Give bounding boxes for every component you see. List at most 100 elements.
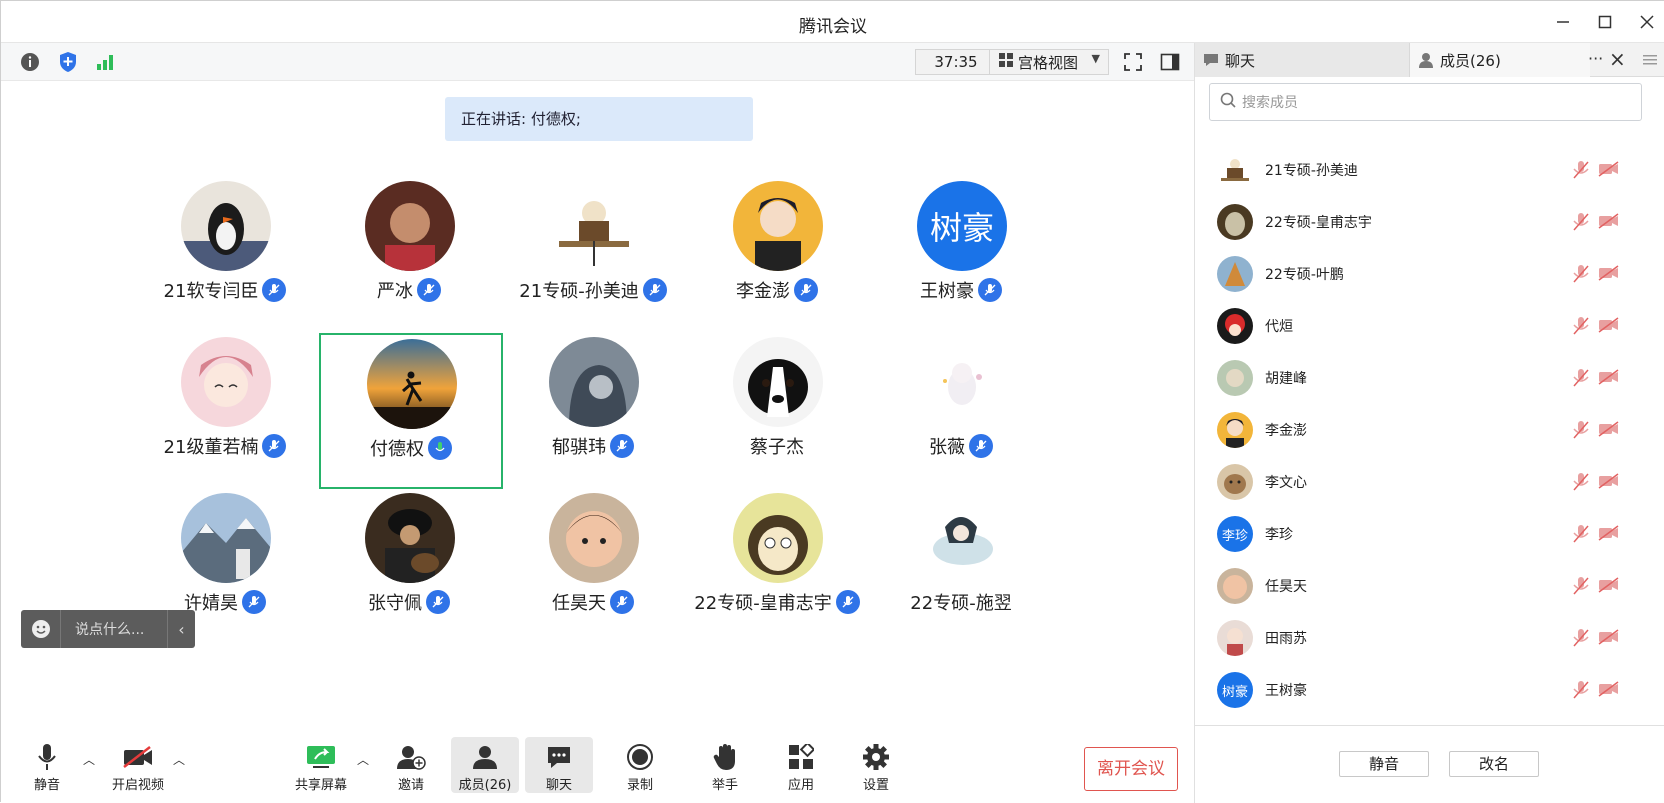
mic-muted-icon[interactable] — [1572, 212, 1590, 236]
list-item[interactable]: 胡建峰 — [1195, 351, 1664, 405]
list-item[interactable]: 田雨苏 — [1195, 611, 1664, 665]
emoji-icon[interactable] — [21, 610, 61, 648]
participant-tile[interactable]: 22专硕-施翌 — [871, 489, 1051, 639]
camera-off-icon[interactable] — [1598, 576, 1620, 598]
camera-off-icon[interactable] — [1598, 212, 1620, 234]
raise-hand-button[interactable]: 举手 — [705, 737, 745, 793]
participant-name: 张薇 — [929, 437, 965, 458]
member-name: 李珍 — [1265, 527, 1293, 543]
participant-tile[interactable]: 21软专闫臣 — [135, 177, 315, 327]
mic-muted-icon[interactable] — [1572, 576, 1590, 600]
mic-icon — [417, 278, 441, 302]
camera-off-icon[interactable] — [1598, 368, 1620, 390]
more-options-icon[interactable]: ··· — [1588, 49, 1603, 68]
list-item[interactable]: 21专硕-孙美迪 — [1195, 143, 1664, 197]
members-button[interactable]: 成员(26) — [451, 737, 519, 793]
members-icon — [1418, 52, 1434, 68]
list-item[interactable]: 李文心 — [1195, 455, 1664, 509]
meeting-main: 37:35 宫格视图 ▼ 正在讲话: 付德权; 21软专闫臣 严冰 21专硕-孙… — [1, 43, 1194, 803]
tab-chat[interactable]: 聊天 — [1195, 43, 1410, 77]
avatar — [1217, 464, 1253, 500]
mic-muted-icon[interactable] — [1572, 316, 1590, 340]
microphone-icon — [37, 742, 57, 772]
menu-icon[interactable] — [1635, 47, 1664, 73]
participant-tile[interactable]: 树豪 王树豪 — [871, 177, 1051, 327]
participant-tile[interactable]: 任昊天 — [503, 489, 683, 639]
close-icon[interactable]: × — [1609, 47, 1626, 71]
mute-all-button[interactable]: 静音 — [1339, 751, 1429, 777]
list-item[interactable]: 22专硕-皇甫志宇 — [1195, 195, 1664, 249]
rename-button[interactable]: 改名 — [1449, 751, 1539, 777]
participant-tile[interactable]: 蔡子杰 — [687, 333, 867, 483]
participant-name: 任昊天 — [552, 593, 606, 614]
quick-chat-input[interactable]: 说点什么... — [61, 619, 167, 639]
participant-tile[interactable]: 严冰 — [319, 177, 499, 327]
settings-button[interactable]: 设置 — [856, 737, 896, 793]
participant-tile[interactable]: 21专硕-孙美迪 — [503, 177, 683, 327]
member-name: 代烜 — [1265, 319, 1293, 335]
list-item[interactable]: 李珍 李珍 — [1195, 507, 1664, 561]
list-item[interactable]: 李金澎 — [1195, 403, 1664, 457]
search-members[interactable]: 搜索成员 — [1209, 83, 1642, 121]
start-video-button[interactable]: 开启视频 — [105, 737, 171, 793]
minimize-icon[interactable] — [1550, 10, 1576, 34]
avatar — [549, 337, 639, 427]
mic-muted-icon[interactable] — [1572, 264, 1590, 288]
camera-off-icon[interactable] — [1598, 472, 1620, 494]
tab-members[interactable]: 成员(26) — [1410, 43, 1590, 77]
chevron-left-icon[interactable]: ‹ — [167, 610, 195, 648]
mic-active-icon — [428, 436, 452, 460]
info-icon[interactable] — [18, 50, 42, 74]
mic-muted-icon[interactable] — [1572, 368, 1590, 392]
quick-chat-bar[interactable]: 说点什么... ‹ — [21, 610, 195, 648]
invite-button[interactable]: 邀请 — [391, 737, 431, 793]
share-screen-button[interactable]: 共享屏幕 — [293, 737, 349, 793]
participant-tile[interactable]: 郁骐玮 — [503, 333, 683, 483]
mic-muted-icon[interactable] — [1572, 680, 1590, 704]
search-input[interactable]: 搜索成员 — [1242, 92, 1298, 112]
sidebar-toggle-icon[interactable] — [1158, 50, 1182, 74]
camera-off-icon[interactable] — [1598, 524, 1620, 546]
tab-chat-label: 聊天 — [1225, 51, 1256, 70]
camera-off-icon[interactable] — [1598, 420, 1620, 442]
mic-muted-icon[interactable] — [1572, 420, 1590, 444]
participant-tile[interactable]: 21级董若楠 — [135, 333, 315, 483]
members-label: 成员(26) — [458, 778, 512, 793]
maximize-icon[interactable] — [1592, 10, 1618, 34]
security-shield-icon[interactable] — [56, 50, 80, 74]
signal-strength-icon[interactable] — [93, 50, 117, 74]
participant-tile[interactable]: 李金澎 — [687, 177, 867, 327]
list-item[interactable]: 树豪 王树豪 — [1195, 663, 1664, 717]
mic-muted-icon[interactable] — [1572, 524, 1590, 548]
avatar — [733, 493, 823, 583]
list-item[interactable]: 22专硕-叶鹏 — [1195, 247, 1664, 301]
camera-off-icon[interactable] — [1598, 264, 1620, 286]
mic-muted-icon[interactable] — [1572, 628, 1590, 652]
chat-button[interactable]: 聊天 — [525, 737, 593, 793]
participant-tile[interactable]: 张守佩 — [319, 489, 499, 639]
avatar — [917, 337, 1007, 427]
list-item[interactable]: 任昊天 — [1195, 559, 1664, 613]
list-item[interactable]: 代烜 — [1195, 299, 1664, 353]
participant-tile[interactable]: 张薇 — [871, 333, 1051, 483]
apps-button[interactable]: 应用 — [781, 737, 821, 793]
camera-off-icon[interactable] — [1598, 680, 1620, 702]
leave-meeting-button[interactable]: 离开会议 — [1084, 747, 1178, 791]
camera-off-icon[interactable] — [1598, 160, 1620, 182]
camera-off-icon[interactable] — [1598, 316, 1620, 338]
mic-muted-icon[interactable] — [1572, 472, 1590, 496]
chevron-up-icon[interactable]: ︿ — [173, 751, 185, 768]
view-mode-select[interactable]: 宫格视图 ▼ — [989, 49, 1109, 75]
participant-tile[interactable]: 22专硕-皇甫志宇 — [687, 489, 867, 639]
mic-muted-icon[interactable] — [1572, 160, 1590, 184]
chevron-up-icon[interactable]: ︿ — [357, 751, 369, 768]
meeting-top-toolbar: 37:35 宫格视图 ▼ — [1, 43, 1194, 81]
camera-off-icon[interactable] — [1598, 628, 1620, 650]
avatar — [733, 181, 823, 271]
close-icon[interactable] — [1634, 10, 1660, 34]
mute-button[interactable]: 静音 — [27, 737, 67, 793]
participant-tile-active-speaker[interactable]: 付德权 — [319, 333, 503, 489]
record-button[interactable]: 录制 — [620, 737, 660, 793]
fullscreen-icon[interactable] — [1121, 50, 1145, 74]
chevron-up-icon[interactable]: ︿ — [83, 751, 95, 768]
